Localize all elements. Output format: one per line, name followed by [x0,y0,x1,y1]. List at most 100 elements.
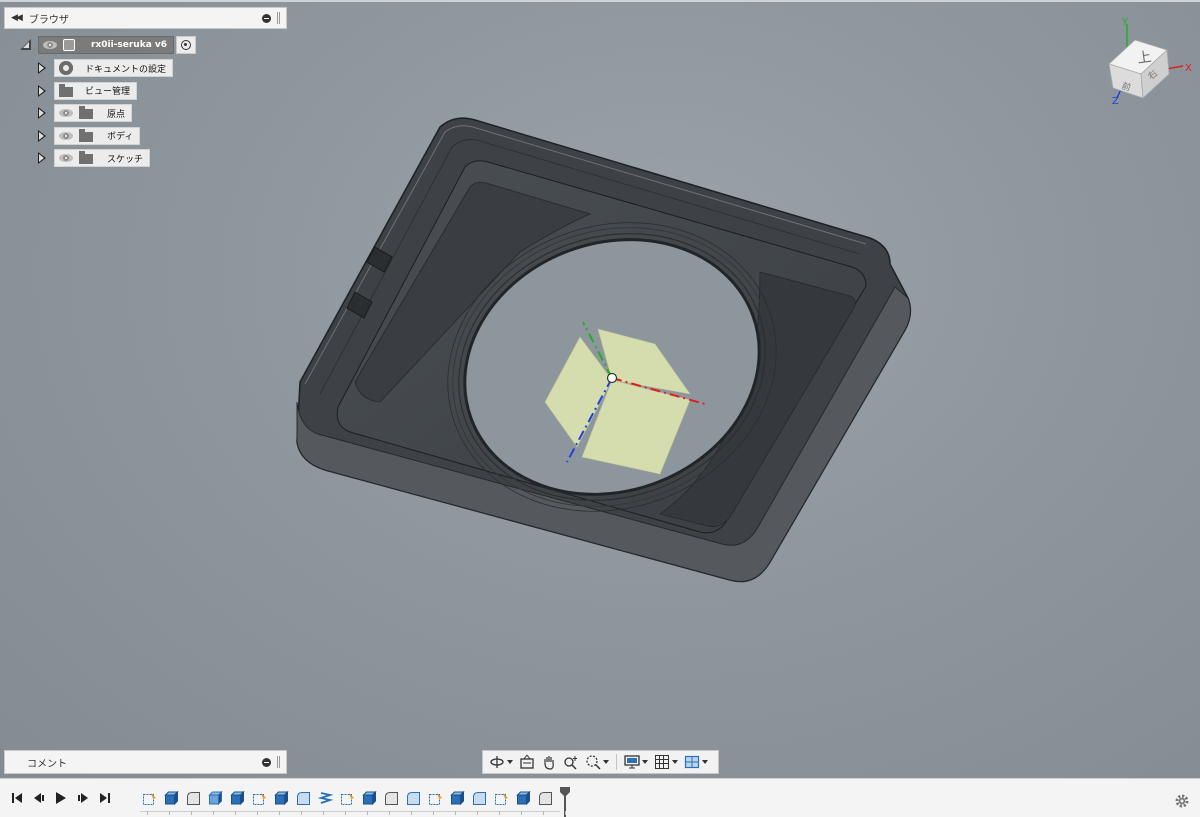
timeline-feature-sketch-icon[interactable] [428,791,443,806]
skip-start-button[interactable] [6,787,28,809]
collapsed-arrow-icon[interactable] [38,129,46,142]
skip-end-button[interactable] [94,787,116,809]
timeline-feature-extrude-icon[interactable] [164,790,179,806]
browser-item-node[interactable]: ドキュメントの設定 [54,59,174,77]
fit-icon [586,755,601,770]
timeline-tick [235,811,236,815]
collapsed-arrow-icon[interactable] [38,84,46,97]
orbit-button[interactable] [487,752,515,772]
timeline-tick [367,811,368,815]
timeline-track [140,811,560,812]
look-at-icon [520,754,534,769]
browser-title: ブラウザ [28,14,69,26]
browser-item-row[interactable]: ボディ [38,126,141,146]
zoom-button[interactable] [561,752,581,772]
timeline-tick [543,811,544,815]
panel-grip-icon[interactable] [277,756,280,768]
display-settings-button[interactable] [622,752,650,772]
toolbar-separator [616,754,617,770]
add-comment-icon[interactable] [262,757,271,767]
fit-button[interactable] [583,752,611,772]
timeline-feature-extrude-icon[interactable] [362,790,377,806]
collapsed-arrow-icon[interactable] [38,107,46,120]
timeline-feature-fillet-icon[interactable] [384,791,399,806]
grid-icon [655,755,669,769]
folder-icon [79,128,93,142]
timeline-feature-extrude-icon[interactable] [274,790,289,806]
timeline-feature-fillet-icon[interactable] [186,791,201,806]
timeline-feature-chamfer-icon[interactable] [406,791,421,806]
expanded-arrow-icon[interactable] [20,39,32,51]
browser-item-node[interactable]: 原点 [54,104,133,123]
timeline-feature-sketch-icon[interactable] [142,791,157,806]
step-forward-icon [78,793,88,803]
timeline-tick [279,811,280,815]
collapse-panel-icon[interactable]: ◀◀ [11,13,23,23]
timeline-settings-icon[interactable] [1174,793,1190,809]
pan-button[interactable] [539,752,559,772]
step-forward-button[interactable] [72,787,94,809]
browser-item-row[interactable]: スケッチ [38,148,151,168]
play-icon [56,792,66,804]
look-at-button[interactable] [517,752,537,772]
skip-end-icon [100,793,110,803]
visibility-eye-icon[interactable] [59,109,73,118]
timeline-feature-chamfer-icon[interactable] [472,791,487,806]
timeline-feature-offset-icon[interactable] [318,791,333,806]
timeline-tick [499,811,500,815]
play-button[interactable] [50,787,72,809]
browser-item-node[interactable]: ボディ [54,126,141,145]
browser-item-row[interactable]: ドキュメントの設定 [38,58,174,78]
browser-root-row[interactable]: rx0ii-seruka v6 [20,35,197,55]
browser-item-node[interactable]: ビュー管理 [54,81,138,100]
timeline-feature-fillet-icon[interactable] [538,791,553,806]
timeline-feature-extrude-icon[interactable] [450,790,465,806]
timeline-tick [257,811,258,815]
browser-item-label: ボディ [107,132,134,143]
visibility-eye-icon[interactable] [59,154,73,163]
viewcube-top-label: 上 [1136,49,1152,67]
browser-item-row[interactable]: 原点 [38,103,133,123]
grid-settings-button[interactable] [652,752,680,772]
visibility-eye-icon[interactable] [43,41,57,49]
viewports-button[interactable] [682,752,710,772]
timeline-feature-chamfer-icon[interactable] [296,791,311,806]
timeline-feature-shell-icon[interactable] [208,790,223,806]
visibility-eye-icon[interactable] [59,131,73,140]
model-view[interactable] [0,2,1200,778]
step-back-button[interactable] [28,787,50,809]
timeline-tick [147,811,148,815]
root-component-node[interactable]: rx0ii-seruka v6 [38,36,175,54]
timeline-tick [191,811,192,815]
panel-grip-icon[interactable] [277,12,280,24]
gear-icon [59,61,73,75]
browser-item-label: ドキュメントの設定 [85,64,167,75]
viewcube[interactable]: 上 前 右 Y X Z [1105,16,1195,106]
navigation-toolbar [482,750,719,774]
timeline-tick [477,811,478,815]
browser-item-node[interactable]: スケッチ [54,149,151,168]
zoom-icon [564,756,577,770]
root-component-label: rx0ii-seruka v6 [91,40,168,50]
component-icon [63,39,75,51]
browser-item-row[interactable]: ビュー管理 [38,81,138,101]
timeline-features [142,790,560,806]
timeline-feature-extrude-icon[interactable] [516,790,531,806]
panel-minimize-icon[interactable] [262,13,271,23]
browser-panel-header[interactable]: ◀◀ ブラウザ [4,7,287,29]
timeline-tick [169,811,170,815]
target-icon [181,40,192,50]
collapsed-arrow-icon[interactable] [38,152,46,165]
timeline-tick [389,811,390,815]
activate-component-button[interactable] [176,36,197,54]
timeline-feature-extrude-icon[interactable] [230,790,245,806]
pan-icon [544,756,554,770]
timeline-feature-sketch-icon[interactable] [340,791,355,806]
skip-start-icon [12,793,22,803]
timeline-feature-sketch-icon[interactable] [494,791,509,806]
collapsed-arrow-icon[interactable] [38,62,46,74]
3d-viewport[interactable]: 上 前 右 Y X Z [0,0,1200,778]
timeline-feature-sketch-icon[interactable] [252,791,267,806]
comments-panel-header[interactable]: コメント [4,750,287,774]
browser-item-label: ビュー管理 [85,87,131,98]
